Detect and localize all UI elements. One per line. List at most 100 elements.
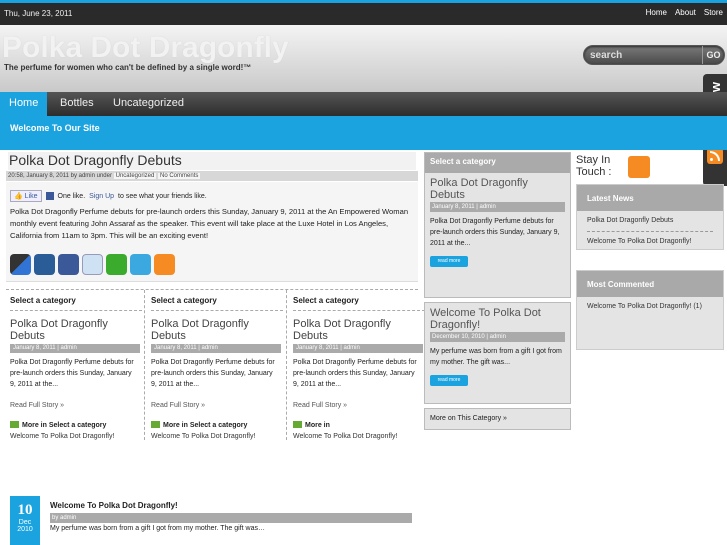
like-text: to see what your friends like. [118, 192, 207, 200]
folder-icon [151, 421, 160, 428]
nav-item-bottles[interactable]: Bottles [60, 92, 94, 116]
post-category-link[interactable]: Uncategorized [113, 173, 157, 179]
sidebar-post-title[interactable]: Welcome To Polka Dot Dragonfly! [425, 303, 570, 331]
read-more-button[interactable]: read more [430, 256, 468, 267]
more-in-label: More in Select a category [10, 421, 106, 429]
category-column: Select a category Polka Dot Dragonfly De… [10, 290, 147, 440]
category-column: Select a category Polka Dot Dragonfly De… [293, 290, 430, 440]
delicious-icon[interactable] [10, 254, 31, 275]
most-commented-header: Most Commented [577, 271, 723, 297]
post-meta: 20:58, January 8, 2011 by admin under Un… [6, 171, 418, 181]
column-post-title[interactable]: Polka Dot Dragonfly Debuts [293, 318, 423, 342]
rss-feed-icon[interactable] [628, 156, 650, 178]
date-day: 10 [17, 502, 33, 518]
latest-news-item[interactable]: Polka Dot Dragonfly Debuts [587, 211, 713, 232]
welcome-banner: Welcome To Our Site [0, 116, 727, 150]
top-links: Home About Store [646, 8, 723, 17]
column-post-title[interactable]: Polka Dot Dragonfly Debuts [10, 318, 140, 342]
main-nav: Home Bottles Uncategorized [0, 92, 727, 116]
sidebar-post-date: January 8, 2011 | admin [430, 202, 565, 212]
recent-post-byline: by admin [50, 513, 412, 523]
latest-news-header: Latest News [577, 185, 723, 211]
read-more-link[interactable]: Read Full Story » [10, 402, 64, 409]
facebook-icon [45, 192, 54, 200]
welcome-text: Welcome To Our Site [10, 123, 100, 133]
read-more-button[interactable]: read more [430, 375, 468, 386]
sidebar-post-excerpt: My perfume was born from a gift I got fr… [430, 348, 562, 366]
column-post-date: January 8, 2011 | admin [293, 344, 423, 353]
sidebar-post-excerpt: Polka Dot Dragonfly Perfume debuts for p… [430, 218, 560, 247]
category-select[interactable]: Select a category [425, 153, 570, 173]
folder-icon [293, 421, 302, 428]
digg-icon[interactable] [34, 254, 55, 275]
column-post-date: January 8, 2011 | admin [10, 344, 140, 353]
date-badge: 10 Dec 2010 [10, 496, 40, 545]
nav-item-uncategorized[interactable]: Uncategorized [113, 92, 184, 116]
facebook-share-icon[interactable] [58, 254, 79, 275]
column-header[interactable]: Select a category [10, 296, 142, 311]
recent-post: 10 Dec 2010 Welcome To Polka Dot Dragonf… [6, 496, 418, 545]
more-in-text: More in [305, 422, 330, 429]
like-count: One like. [57, 192, 86, 200]
more-on-category-link[interactable]: More on This Category » [424, 408, 571, 430]
post-title[interactable]: Polka Dot Dragonfly Debuts [8, 152, 416, 170]
top-link-home[interactable]: Home [646, 8, 667, 17]
column-post-excerpt: Polka Dot Dragonfly Perfume debuts for p… [10, 359, 134, 388]
middle-sidebar: Select a category Polka Dot Dragonfly De… [424, 152, 571, 432]
read-more-link[interactable]: Read Full Story » [151, 402, 205, 409]
date-month: Dec [18, 519, 32, 526]
twitter-icon[interactable] [130, 254, 151, 275]
site-header: Polka Dot Dragonfly The perfume for wome… [0, 25, 727, 92]
search-input[interactable]: search [590, 50, 622, 61]
post-comments-link[interactable]: No Comments [158, 173, 201, 179]
column-header[interactable]: Select a category [151, 296, 283, 311]
latest-news-widget: Latest News Polka Dot Dragonfly Debuts W… [576, 184, 724, 250]
stay-in-touch-label: Stay In Touch : [576, 154, 612, 178]
most-commented-widget: Most Commented Welcome To Polka Dot Drag… [576, 270, 724, 350]
sidebar-post-box: Welcome To Polka Dot Dragonfly! December… [424, 302, 571, 404]
column-post-excerpt: Polka Dot Dragonfly Perfume debuts for p… [293, 359, 417, 388]
post-body: 👍 Like One like. Sign Up to see what you… [6, 182, 418, 282]
like-button[interactable]: 👍 Like [10, 190, 42, 202]
more-link[interactable]: Welcome To Polka Dot Dragonfly! [293, 433, 397, 440]
social-share [10, 254, 175, 275]
column-post-title[interactable]: Polka Dot Dragonfly Debuts [151, 318, 281, 342]
recent-post-excerpt: My perfume was born from a gift I got fr… [50, 525, 266, 532]
more-in-label: More in Select a category [151, 421, 247, 429]
folder-icon [10, 421, 19, 428]
more-link[interactable]: Welcome To Polka Dot Dragonfly! [151, 433, 255, 440]
more-in-text: More in Select a category [22, 422, 107, 429]
column-header[interactable]: Select a category [293, 296, 425, 311]
rss-share-icon[interactable] [154, 254, 175, 275]
sidebar-post-title[interactable]: Polka Dot Dragonfly Debuts [425, 173, 570, 201]
post-text: Polka Dot Dragonfly Perfume debuts for p… [10, 207, 409, 240]
latest-news-item[interactable]: Welcome To Polka Dot Dragonfly! [577, 232, 723, 252]
site-title[interactable]: Polka Dot Dragonfly [2, 31, 289, 65]
date-year: 2010 [17, 526, 33, 533]
column-post-date: January 8, 2011 | admin [151, 344, 281, 353]
stumbleupon-icon[interactable] [106, 254, 127, 275]
search-go-button[interactable]: GO [702, 46, 724, 64]
top-bar: Thu, June 23, 2011 Home About Store [0, 0, 727, 25]
reddit-icon[interactable] [82, 254, 103, 275]
more-in-label: More in [293, 421, 330, 429]
category-box: Select a category Polka Dot Dragonfly De… [424, 152, 571, 298]
recent-post-title[interactable]: Welcome To Polka Dot Dragonfly! [50, 501, 178, 510]
read-more-link[interactable]: Read Full Story » [293, 402, 347, 409]
site-tagline: The perfume for women who can't be defin… [4, 63, 252, 72]
current-date: Thu, June 23, 2011 [4, 9, 73, 18]
top-link-store[interactable]: Store [704, 8, 723, 17]
top-link-about[interactable]: About [675, 8, 696, 17]
column-divider [286, 290, 287, 440]
column-post-excerpt: Polka Dot Dragonfly Perfume debuts for p… [151, 359, 275, 388]
search-box[interactable]: search GO [583, 45, 725, 65]
nav-item-home[interactable]: Home [0, 92, 48, 116]
main-content: Polka Dot Dragonfly Debuts 20:58, Januar… [6, 152, 425, 545]
facebook-like: 👍 Like One like. Sign Up to see what you… [10, 190, 207, 202]
more-link[interactable]: Welcome To Polka Dot Dragonfly! [10, 433, 114, 440]
category-columns: Select a category Polka Dot Dragonfly De… [6, 289, 425, 440]
most-commented-item[interactable]: Welcome To Polka Dot Dragonfly! (1) [577, 297, 723, 317]
like-signup-link[interactable]: Sign Up [89, 193, 114, 200]
post-meta-prefix: 20:58, January 8, 2011 by admin under [8, 173, 112, 179]
sidebar-post-date: December 10, 2010 | admin [430, 332, 565, 342]
